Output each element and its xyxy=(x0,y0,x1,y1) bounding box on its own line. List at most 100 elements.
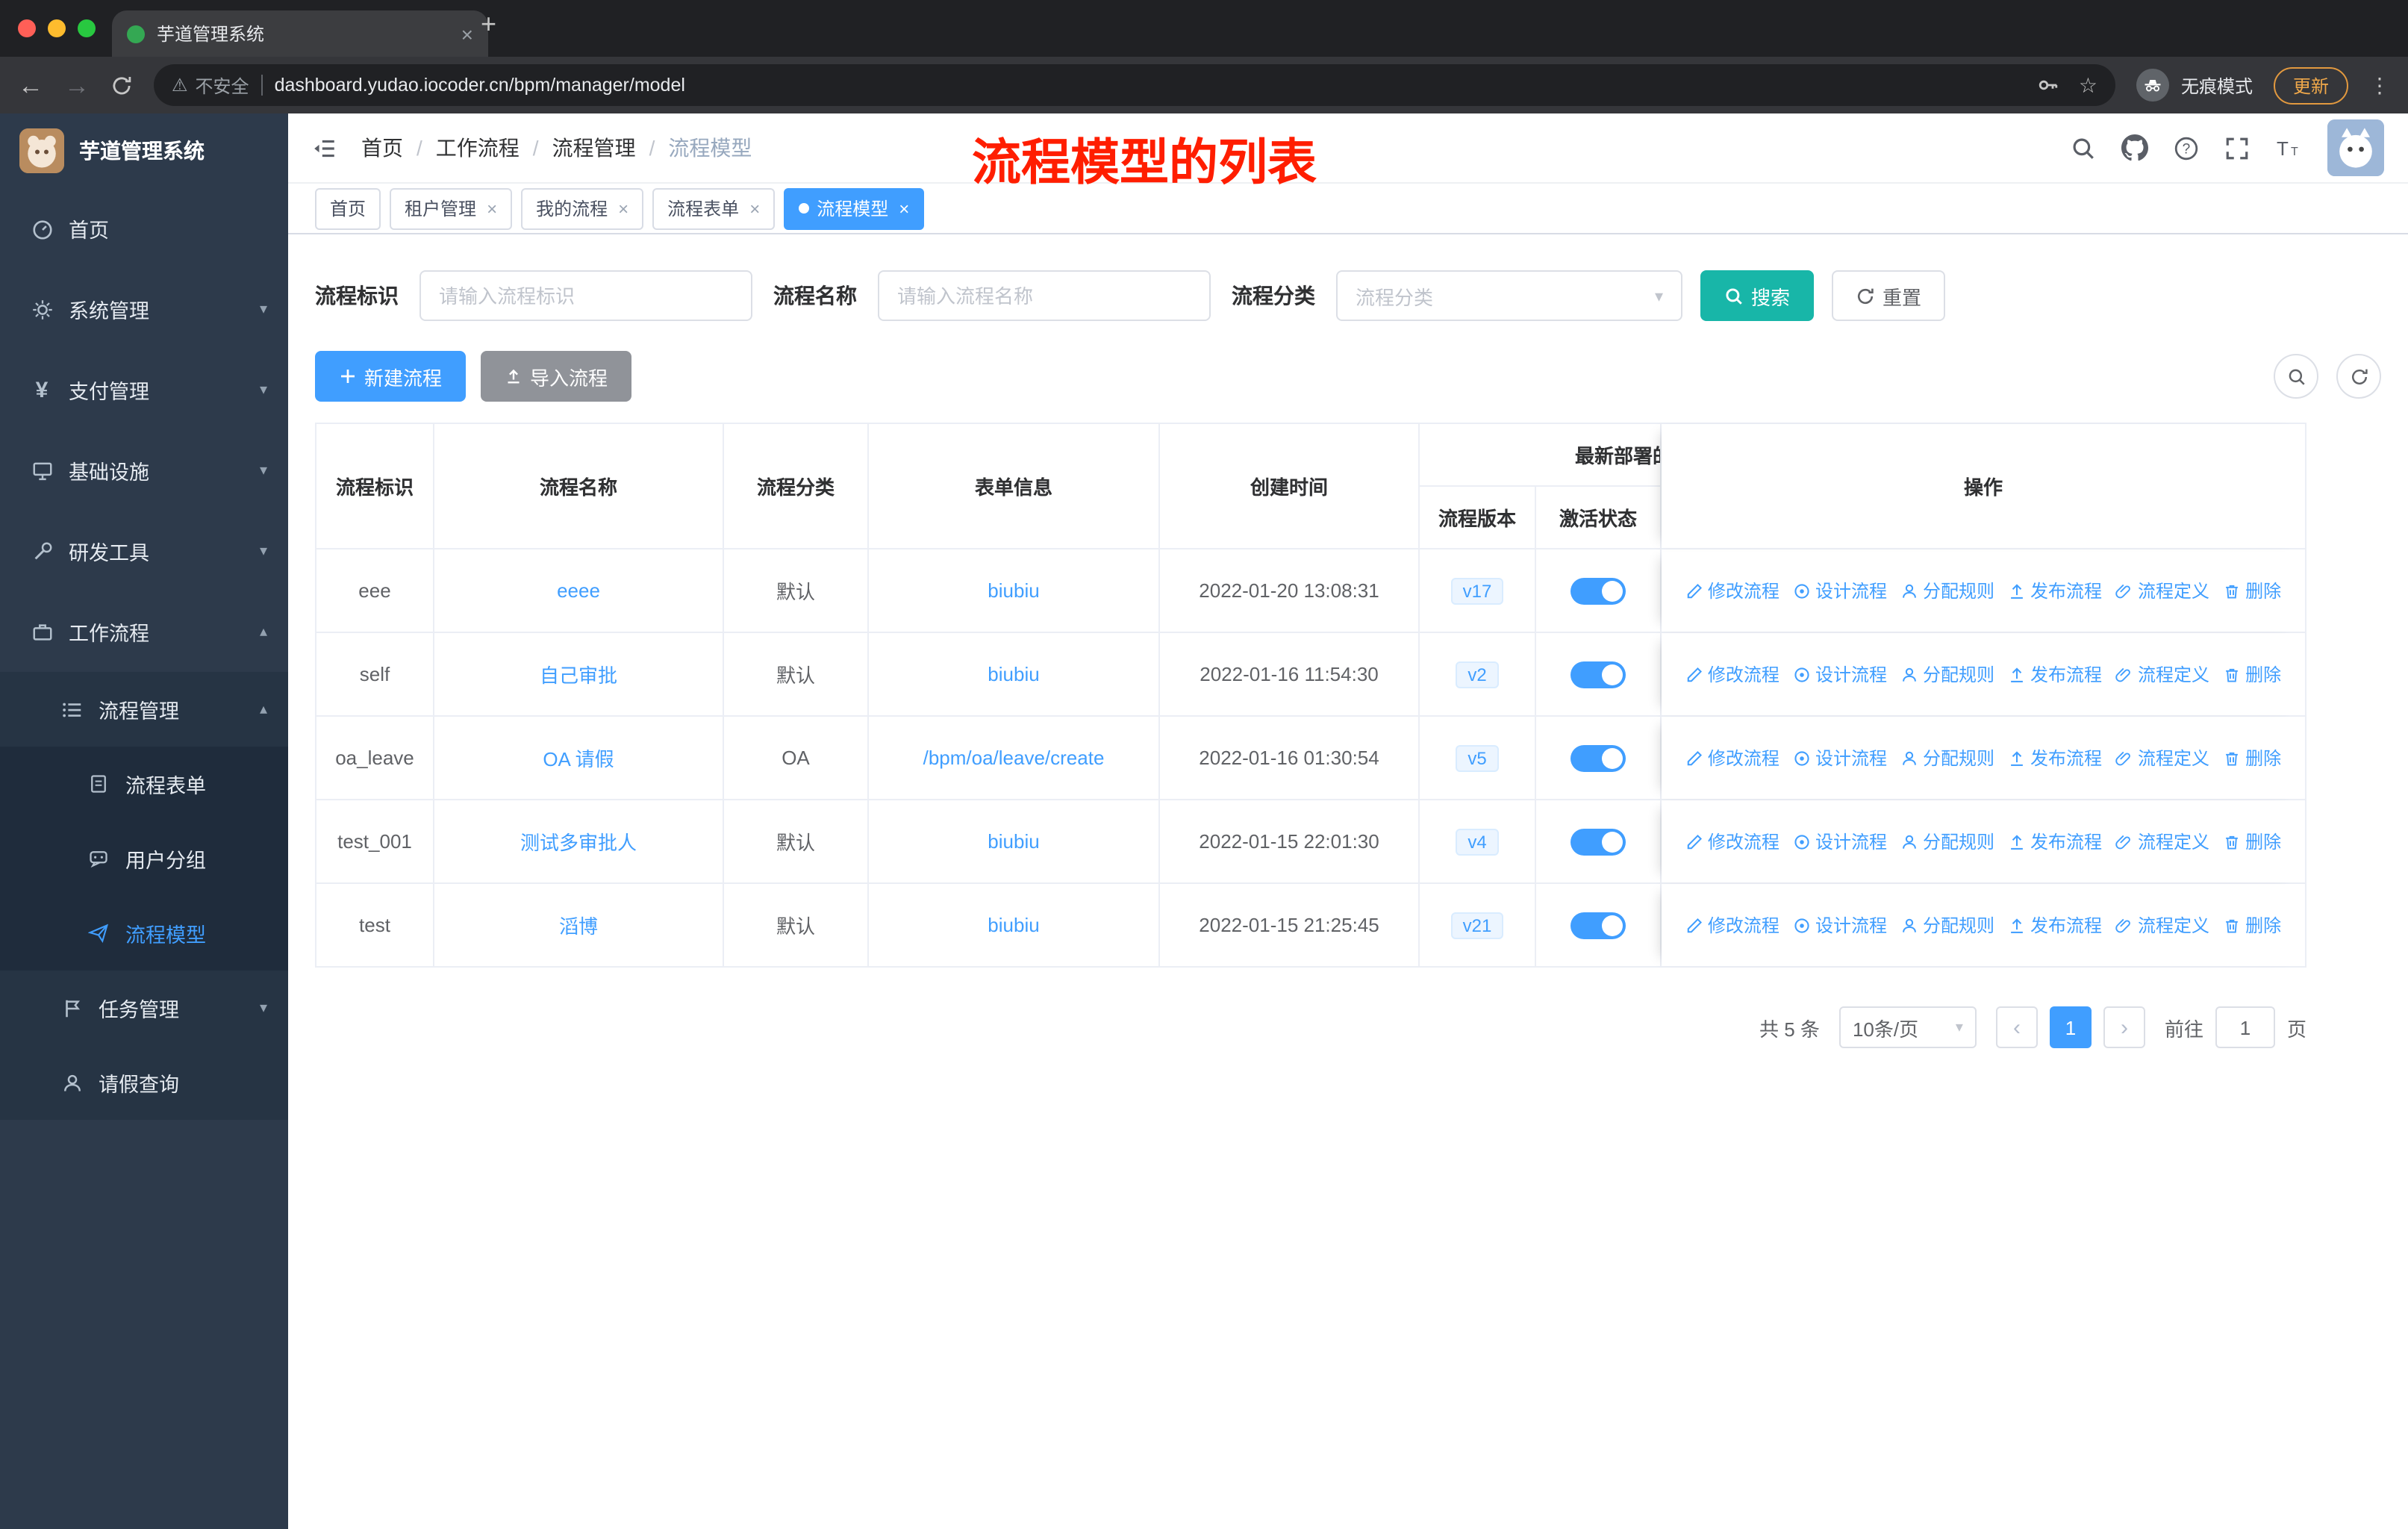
next-page-button[interactable]: › xyxy=(2103,1006,2145,1048)
form-info-link[interactable]: biubiu xyxy=(988,663,1039,685)
breadcrumb-workflow[interactable]: 工作流程 xyxy=(403,133,520,163)
table-search-icon[interactable] xyxy=(2274,354,2318,399)
sidebar-item-process-model[interactable]: 流程模型 xyxy=(0,896,288,971)
sidebar-item-workflow[interactable]: 工作流程 ▴ xyxy=(0,591,288,672)
process-name-link[interactable]: 测试多审批人 xyxy=(520,827,637,856)
table-refresh-icon[interactable] xyxy=(2336,354,2381,399)
sidebar-item-payment[interactable]: ¥ 支付管理 ▾ xyxy=(0,349,288,430)
browser-update-button[interactable]: 更新 xyxy=(2273,66,2348,104)
close-tab-icon[interactable]: × xyxy=(461,22,473,46)
tag-process-form[interactable]: 流程表单 × xyxy=(652,187,776,229)
edit-process-link[interactable]: 修改流程 xyxy=(1685,912,1780,938)
design-process-link[interactable]: 设计流程 xyxy=(1793,745,1887,770)
url-text[interactable]: dashboard.yudao.iocoder.cn/bpm/manager/m… xyxy=(275,75,685,96)
active-toggle[interactable] xyxy=(1570,912,1626,938)
process-definition-link[interactable]: 流程定义 xyxy=(2115,578,2209,603)
browser-menu-icon[interactable]: ⋮ xyxy=(2369,72,2390,98)
sidebar-item-infrastructure[interactable]: 基础设施 ▾ xyxy=(0,430,288,511)
browser-tab[interactable]: 芋道管理系统 × xyxy=(112,10,488,57)
edit-process-link[interactable]: 修改流程 xyxy=(1685,661,1780,687)
search-icon[interactable] xyxy=(2071,135,2096,161)
search-button[interactable]: 搜索 xyxy=(1700,270,1815,321)
forward-button[interactable]: → xyxy=(64,72,90,98)
assign-rules-link[interactable]: 分配规则 xyxy=(1900,745,1994,770)
delete-link[interactable]: 删除 xyxy=(2223,578,2281,603)
edit-process-link[interactable]: 修改流程 xyxy=(1685,829,1780,854)
publish-process-link[interactable]: 发布流程 xyxy=(2008,745,2102,770)
process-definition-link[interactable]: 流程定义 xyxy=(2115,661,2209,687)
design-process-link[interactable]: 设计流程 xyxy=(1793,829,1887,854)
sidebar-item-process-management[interactable]: 流程管理 ▴ xyxy=(0,672,288,747)
delete-link[interactable]: 删除 xyxy=(2223,829,2281,854)
delete-link[interactable]: 删除 xyxy=(2223,745,2281,770)
goto-page-input[interactable] xyxy=(2215,1006,2275,1048)
zoom-window-button[interactable] xyxy=(78,19,96,37)
prev-page-button[interactable]: ‹ xyxy=(1995,1006,2038,1048)
bookmark-star-icon[interactable]: ☆ xyxy=(2079,72,2097,98)
tag-home[interactable]: 首页 xyxy=(315,187,381,229)
form-info-link[interactable]: biubiu xyxy=(988,830,1039,853)
form-info-link[interactable]: biubiu xyxy=(988,914,1039,936)
delete-link[interactable]: 删除 xyxy=(2223,912,2281,938)
publish-process-link[interactable]: 发布流程 xyxy=(2008,578,2102,603)
collapse-sidebar-icon[interactable] xyxy=(312,135,337,161)
close-icon[interactable]: × xyxy=(487,198,497,219)
page-size-select[interactable]: 10条/页 ▾ xyxy=(1838,1006,1977,1048)
password-key-icon[interactable] xyxy=(2037,73,2061,97)
form-info-link[interactable]: biubiu xyxy=(988,579,1039,602)
close-icon[interactable]: × xyxy=(618,198,628,219)
assign-rules-link[interactable]: 分配规则 xyxy=(1900,912,1994,938)
process-definition-link[interactable]: 流程定义 xyxy=(2115,745,2209,770)
design-process-link[interactable]: 设计流程 xyxy=(1793,661,1887,687)
tag-my-process[interactable]: 我的流程 × xyxy=(521,187,644,229)
assign-rules-link[interactable]: 分配规则 xyxy=(1900,661,1994,687)
form-info-link[interactable]: /bpm/oa/leave/create xyxy=(923,747,1105,769)
delete-link[interactable]: 删除 xyxy=(2223,661,2281,687)
fullscreen-icon[interactable] xyxy=(2224,135,2250,161)
active-toggle[interactable] xyxy=(1570,828,1626,855)
sidebar-item-task-management[interactable]: 任务管理 ▾ xyxy=(0,971,288,1045)
process-definition-link[interactable]: 流程定义 xyxy=(2115,912,2209,938)
user-avatar[interactable] xyxy=(2327,119,2384,176)
process-category-select[interactable]: 流程分类 ▾ xyxy=(1336,270,1682,321)
font-size-icon[interactable]: TT xyxy=(2275,135,2302,161)
address-bar[interactable]: ⚠ 不安全 dashboard.yudao.iocoder.cn/bpm/man… xyxy=(154,64,2115,106)
sidebar-item-home[interactable]: 首页 xyxy=(0,188,288,269)
back-button[interactable]: ← xyxy=(18,72,43,98)
sidebar-item-process-form[interactable]: 流程表单 xyxy=(0,747,288,821)
process-id-input[interactable] xyxy=(419,270,752,321)
close-icon[interactable]: × xyxy=(749,198,760,219)
edit-process-link[interactable]: 修改流程 xyxy=(1685,578,1780,603)
tag-tenant-management[interactable]: 租户管理 × xyxy=(390,187,513,229)
active-toggle[interactable] xyxy=(1570,744,1626,771)
sidebar-item-dev-tools[interactable]: 研发工具 ▾ xyxy=(0,511,288,591)
tag-process-model[interactable]: 流程模型 × xyxy=(784,187,925,229)
minimize-window-button[interactable] xyxy=(48,19,66,37)
new-tab-button[interactable]: + xyxy=(481,9,496,40)
publish-process-link[interactable]: 发布流程 xyxy=(2008,912,2102,938)
breadcrumb-home[interactable]: 首页 xyxy=(361,133,403,163)
active-toggle[interactable] xyxy=(1570,661,1626,688)
close-window-button[interactable] xyxy=(18,19,36,37)
publish-process-link[interactable]: 发布流程 xyxy=(2008,829,2102,854)
import-process-button[interactable]: 导入流程 xyxy=(481,351,632,402)
process-name-link[interactable]: 自己审批 xyxy=(540,660,617,688)
design-process-link[interactable]: 设计流程 xyxy=(1793,578,1887,603)
create-process-button[interactable]: 新建流程 xyxy=(315,351,467,402)
process-definition-link[interactable]: 流程定义 xyxy=(2115,829,2209,854)
sidebar-item-user-group[interactable]: 用户分组 xyxy=(0,821,288,896)
security-warning[interactable]: ⚠ 不安全 xyxy=(172,72,249,98)
breadcrumb-process-management[interactable]: 流程管理 xyxy=(520,133,636,163)
process-name-link[interactable]: eeee xyxy=(557,579,600,602)
help-icon[interactable]: ? xyxy=(2174,135,2199,161)
edit-process-link[interactable]: 修改流程 xyxy=(1685,745,1780,770)
reload-button[interactable] xyxy=(110,74,133,96)
active-toggle[interactable] xyxy=(1570,577,1626,604)
assign-rules-link[interactable]: 分配规则 xyxy=(1900,578,1994,603)
github-icon[interactable] xyxy=(2121,134,2148,161)
process-name-input[interactable] xyxy=(878,270,1211,321)
reset-button[interactable]: 重置 xyxy=(1832,270,1946,321)
logo[interactable]: 芋道管理系统 xyxy=(0,113,288,188)
close-icon[interactable]: × xyxy=(899,198,909,219)
sidebar-item-system[interactable]: 系统管理 ▾ xyxy=(0,269,288,349)
